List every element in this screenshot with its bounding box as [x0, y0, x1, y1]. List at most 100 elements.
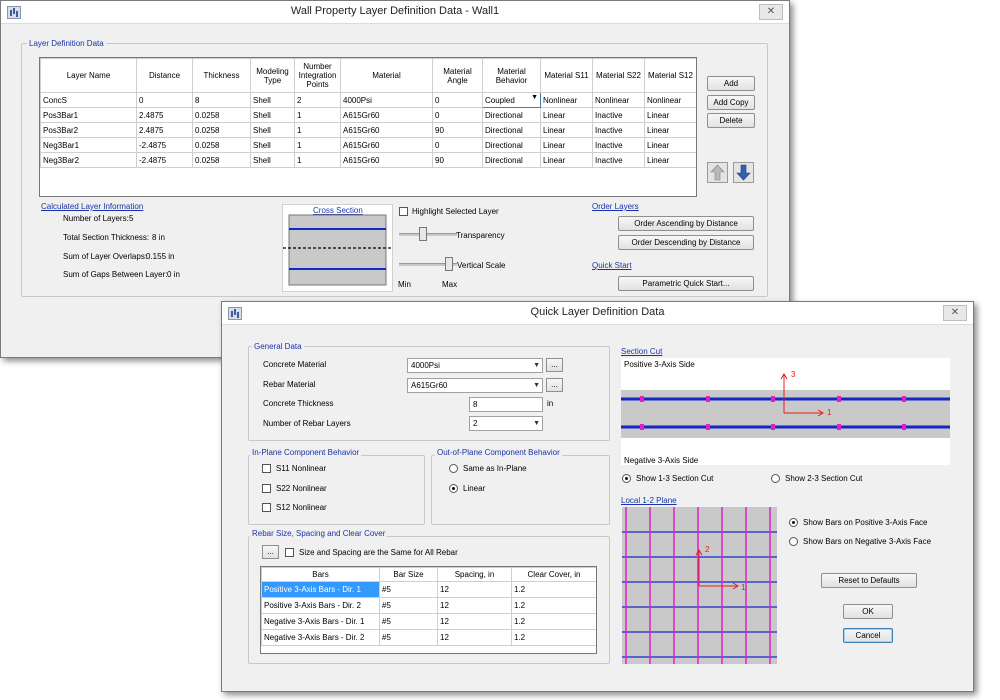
- cell[interactable]: Linear: [540, 152, 593, 168]
- cell[interactable]: 0: [432, 107, 483, 123]
- cell[interactable]: 12: [437, 581, 512, 598]
- vertical-scale-slider[interactable]: [399, 256, 457, 272]
- ok-button[interactable]: OK: [843, 604, 893, 619]
- cell[interactable]: Linear: [644, 122, 696, 138]
- cell[interactable]: Pos3Bar2: [40, 122, 137, 138]
- cell[interactable]: Linear: [540, 122, 593, 138]
- cell[interactable]: 4000Psi: [340, 92, 433, 108]
- cell[interactable]: 0: [432, 137, 483, 153]
- parametric-quick-start-button[interactable]: Parametric Quick Start...: [618, 276, 754, 291]
- cell[interactable]: Pos3Bar1: [40, 107, 137, 123]
- cell[interactable]: Directional: [482, 122, 541, 138]
- s11-nonlinear-checkbox[interactable]: [262, 464, 271, 473]
- cell[interactable]: Negative 3-Axis Bars - Dir. 1: [261, 613, 380, 630]
- cell[interactable]: 8: [192, 92, 251, 108]
- cell[interactable]: Inactive: [592, 107, 645, 123]
- cell[interactable]: 90: [432, 122, 483, 138]
- cell[interactable]: Shell: [250, 137, 295, 153]
- slider-thumb[interactable]: [445, 257, 454, 271]
- rebar-more-button[interactable]: ...: [262, 545, 279, 559]
- cell[interactable]: Neg3Bar2: [40, 152, 137, 168]
- cell[interactable]: Linear: [540, 137, 593, 153]
- cell[interactable]: 0.0258: [192, 107, 251, 123]
- cell[interactable]: Nonlinear: [644, 92, 696, 108]
- show-positive-face-radio[interactable]: [789, 518, 798, 527]
- rebar-material-more-button[interactable]: ...: [546, 378, 563, 392]
- cell[interactable]: 1: [294, 122, 341, 138]
- table-row[interactable]: Pos3Bar1 2.4875 0.0258 Shell 1 A615Gr60 …: [40, 107, 696, 123]
- behavior-dropdown[interactable]: Coupled ▼: [482, 92, 541, 108]
- transparency-slider[interactable]: [399, 226, 457, 242]
- cell[interactable]: Negative 3-Axis Bars - Dir. 2: [261, 629, 380, 646]
- cell[interactable]: 0.0258: [192, 152, 251, 168]
- concrete-material-dropdown[interactable]: 4000Psi ▼: [407, 358, 543, 373]
- linear-radio[interactable]: [449, 484, 458, 493]
- cell[interactable]: 90: [432, 152, 483, 168]
- cell[interactable]: Linear: [644, 152, 696, 168]
- cell[interactable]: 2.4875: [136, 107, 193, 123]
- cell[interactable]: Directional: [482, 152, 541, 168]
- table-row[interactable]: Negative 3-Axis Bars - Dir. 2 #5 12 1.2: [261, 629, 596, 646]
- num-rebar-layers-dropdown[interactable]: 2 ▼: [469, 416, 543, 431]
- cell[interactable]: Shell: [250, 92, 295, 108]
- cell[interactable]: Directional: [482, 107, 541, 123]
- cell[interactable]: Linear: [540, 107, 593, 123]
- show-13-cut-radio[interactable]: [622, 474, 631, 483]
- cell[interactable]: A615Gr60: [340, 152, 433, 168]
- cell[interactable]: 12: [437, 597, 512, 614]
- cell[interactable]: Linear: [644, 107, 696, 123]
- cell[interactable]: Nonlinear: [540, 92, 593, 108]
- cell[interactable]: 2.4875: [136, 122, 193, 138]
- cell[interactable]: Positive 3-Axis Bars - Dir. 1: [261, 581, 380, 598]
- delete-button[interactable]: Delete: [707, 113, 755, 128]
- add-button[interactable]: Add: [707, 76, 755, 91]
- cell[interactable]: Shell: [250, 107, 295, 123]
- add-copy-button[interactable]: Add Copy: [707, 95, 755, 110]
- show-negative-face-radio[interactable]: [789, 537, 798, 546]
- slider-thumb[interactable]: [419, 227, 428, 241]
- cell[interactable]: 0.0258: [192, 122, 251, 138]
- cell[interactable]: 1.2: [511, 597, 596, 614]
- cell[interactable]: Inactive: [592, 122, 645, 138]
- cell[interactable]: #5: [379, 613, 438, 630]
- cell[interactable]: Inactive: [592, 152, 645, 168]
- cell[interactable]: #5: [379, 597, 438, 614]
- cell[interactable]: Linear: [644, 137, 696, 153]
- table-row[interactable]: Pos3Bar2 2.4875 0.0258 Shell 1 A615Gr60 …: [40, 122, 696, 138]
- cell[interactable]: 0: [432, 92, 483, 108]
- cell[interactable]: Nonlinear: [592, 92, 645, 108]
- same-for-all-checkbox[interactable]: [285, 548, 294, 557]
- table-row[interactable]: Positive 3-Axis Bars - Dir. 1 #5 12 1.2: [261, 581, 596, 598]
- same-as-inplane-radio[interactable]: [449, 464, 458, 473]
- move-up-button[interactable]: [707, 162, 728, 183]
- cell[interactable]: 0.0258: [192, 137, 251, 153]
- cell[interactable]: Directional: [482, 137, 541, 153]
- show-23-cut-radio[interactable]: [771, 474, 780, 483]
- cell[interactable]: Inactive: [592, 137, 645, 153]
- highlight-layer-checkbox[interactable]: [399, 207, 408, 216]
- table-row[interactable]: Negative 3-Axis Bars - Dir. 1 #5 12 1.2: [261, 613, 596, 630]
- cell[interactable]: A615Gr60: [340, 137, 433, 153]
- cell[interactable]: -2.4875: [136, 137, 193, 153]
- concrete-material-more-button[interactable]: ...: [546, 358, 563, 372]
- order-descending-button[interactable]: Order Descending by Distance: [618, 235, 754, 250]
- cell[interactable]: ConcS: [40, 92, 137, 108]
- rebar-material-dropdown[interactable]: A615Gr60 ▼: [407, 378, 543, 393]
- cancel-button[interactable]: Cancel: [843, 628, 893, 643]
- cell[interactable]: 1.2: [511, 581, 596, 598]
- table-row[interactable]: Neg3Bar2 -2.4875 0.0258 Shell 1 A615Gr60…: [40, 152, 696, 168]
- cell[interactable]: 1: [294, 107, 341, 123]
- cell[interactable]: #5: [379, 629, 438, 646]
- table-row[interactable]: Neg3Bar1 -2.4875 0.0258 Shell 1 A615Gr60…: [40, 137, 696, 153]
- cell[interactable]: 12: [437, 629, 512, 646]
- cell[interactable]: #5: [379, 581, 438, 598]
- table-row[interactable]: ConcS 0 8 Shell 2 4000Psi 0 Coupled ▼ Non…: [40, 92, 696, 108]
- close-button[interactable]: ✕: [943, 305, 967, 321]
- close-button[interactable]: ✕: [759, 4, 783, 20]
- cell[interactable]: Neg3Bar1: [40, 137, 137, 153]
- cell[interactable]: -2.4875: [136, 152, 193, 168]
- cell[interactable]: 12: [437, 613, 512, 630]
- cell[interactable]: 2: [294, 92, 341, 108]
- concrete-thickness-input[interactable]: 8: [469, 397, 543, 412]
- reset-defaults-button[interactable]: Reset to Defaults: [821, 573, 917, 588]
